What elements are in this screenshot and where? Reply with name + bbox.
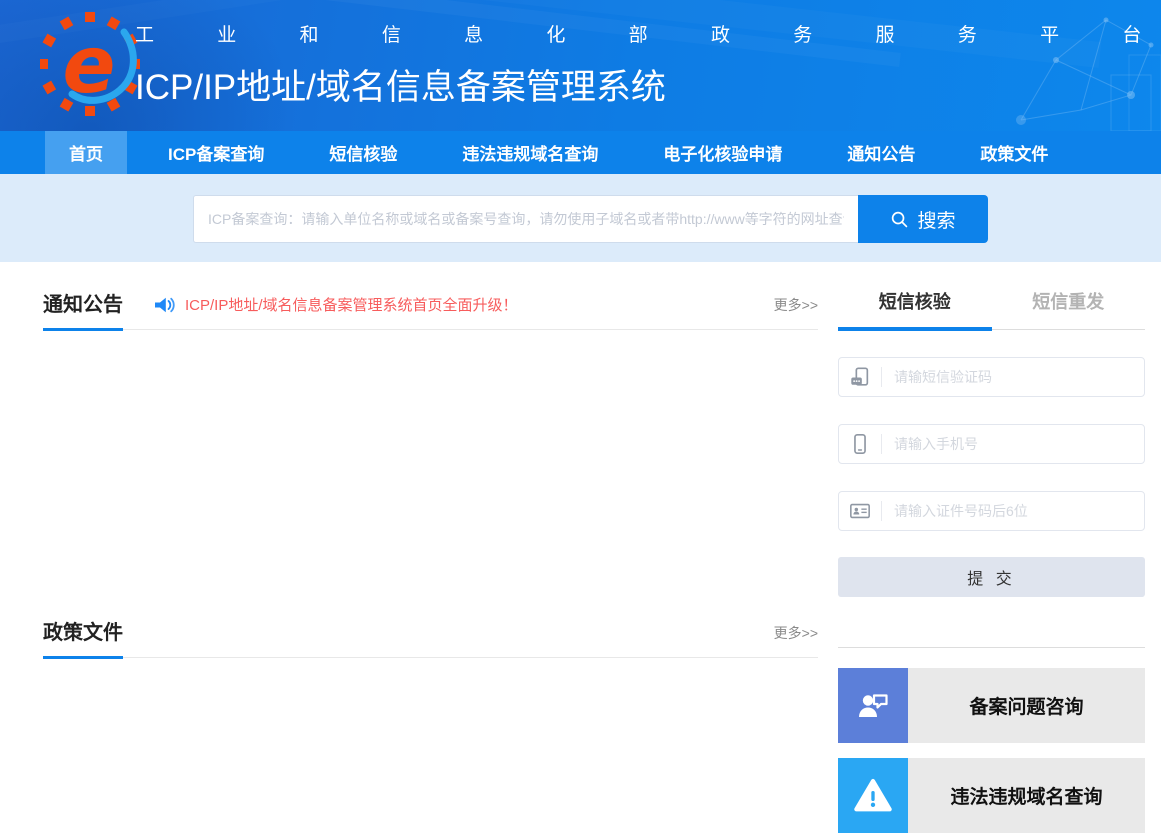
- policy-more-link[interactable]: 更多>>: [774, 623, 818, 657]
- header-titles: 工 业 和 信 息 化 部 政 务 服 务 平 台 ICP/IP地址/域名信息备…: [135, 20, 1161, 110]
- notice-more-link[interactable]: 更多>>: [774, 295, 818, 329]
- illegal-domain-banner-label: 违法违规域名查询: [908, 758, 1145, 833]
- consult-banner-label: 备案问题咨询: [908, 668, 1145, 743]
- policy-section-header: 政策文件 更多>>: [43, 616, 818, 658]
- notice-section-title: 通知公告: [43, 288, 123, 331]
- policy-section-title: 政策文件: [43, 616, 123, 659]
- nav-item-icp-query[interactable]: ICP备案查询: [144, 131, 288, 174]
- submit-button[interactable]: 提 交: [838, 557, 1145, 597]
- nav-item-electronic-verification[interactable]: 电子化核验申请: [639, 131, 806, 174]
- nav-item-home[interactable]: 首页: [45, 131, 127, 174]
- search-input[interactable]: [193, 195, 858, 243]
- nav-item-sms-verify[interactable]: 短信核验: [305, 131, 421, 174]
- nav-item-policy-documents[interactable]: 政策文件: [956, 131, 1072, 174]
- phone-input[interactable]: [882, 436, 1144, 452]
- svg-text:e: e: [63, 21, 116, 111]
- site-header: e 工 业 和 信 息 化 部 政 务 服 务 平 台 ICP/IP地址/域名信…: [0, 0, 1161, 131]
- id-card-icon: [839, 500, 881, 522]
- platform-title: 工 业 和 信 息 化 部 政 务 服 务 平 台: [135, 20, 1161, 47]
- search-button[interactable]: 搜索: [858, 195, 988, 243]
- tab-sms-resend[interactable]: 短信重发: [992, 288, 1146, 329]
- nav-item-announcements[interactable]: 通知公告: [823, 131, 939, 174]
- phone-field-wrap: [838, 424, 1145, 464]
- nav-item-illegal-domain-query[interactable]: 违法违规域名查询: [438, 131, 622, 174]
- right-column-divider: [838, 647, 1145, 648]
- consult-banner-button[interactable]: 备案问题咨询: [838, 668, 1145, 743]
- tab-sms-verify[interactable]: 短信核验: [838, 288, 992, 331]
- notice-item-text: ICP/IP地址/域名信息备案管理系统首页全面升级！: [185, 294, 518, 315]
- sms-code-input[interactable]: [882, 369, 1144, 385]
- system-title: ICP/IP地址/域名信息备案管理系统: [135, 59, 1161, 110]
- notice-item-link[interactable]: ICP/IP地址/域名信息备案管理系统首页全面升级！: [153, 294, 518, 329]
- right-column: 短信核验 短信重发: [838, 262, 1145, 833]
- id-number-input[interactable]: [882, 503, 1144, 519]
- search-bar: 搜索: [193, 195, 988, 243]
- id-card-field-wrap: [838, 491, 1145, 531]
- sms-code-field-wrap: [838, 357, 1145, 397]
- notice-list-empty: [43, 330, 818, 590]
- left-column: 通知公告 ICP/IP地址/域名信息备案管理系统首页全面升级！ 更多>> 政策文…: [43, 262, 818, 833]
- magnifier-icon: [890, 210, 909, 229]
- sms-code-icon: [839, 366, 881, 388]
- sms-tabs: 短信核验 短信重发: [838, 288, 1145, 330]
- notice-section-header: 通知公告 ICP/IP地址/域名信息备案管理系统首页全面升级！ 更多>>: [43, 288, 818, 330]
- page: e 工 业 和 信 息 化 部 政 务 服 务 平 台 ICP/IP地址/域名信…: [0, 0, 1161, 838]
- search-band: 搜索: [0, 174, 1161, 262]
- illegal-domain-banner-button[interactable]: 违法违规域名查询: [838, 758, 1145, 833]
- mobile-phone-icon: [839, 433, 881, 455]
- search-button-label: 搜索: [917, 206, 955, 233]
- speaker-icon: [153, 296, 175, 314]
- warning-triangle-icon: [838, 758, 908, 833]
- main-nav: 首页 ICP备案查询 短信核验 违法违规域名查询 电子化核验申请 通知公告 政策…: [0, 131, 1161, 174]
- main-content: 通知公告 ICP/IP地址/域名信息备案管理系统首页全面升级！ 更多>> 政策文…: [0, 262, 1161, 833]
- person-chat-icon: [838, 668, 908, 743]
- miit-gear-e-logo-icon: e: [40, 6, 140, 124]
